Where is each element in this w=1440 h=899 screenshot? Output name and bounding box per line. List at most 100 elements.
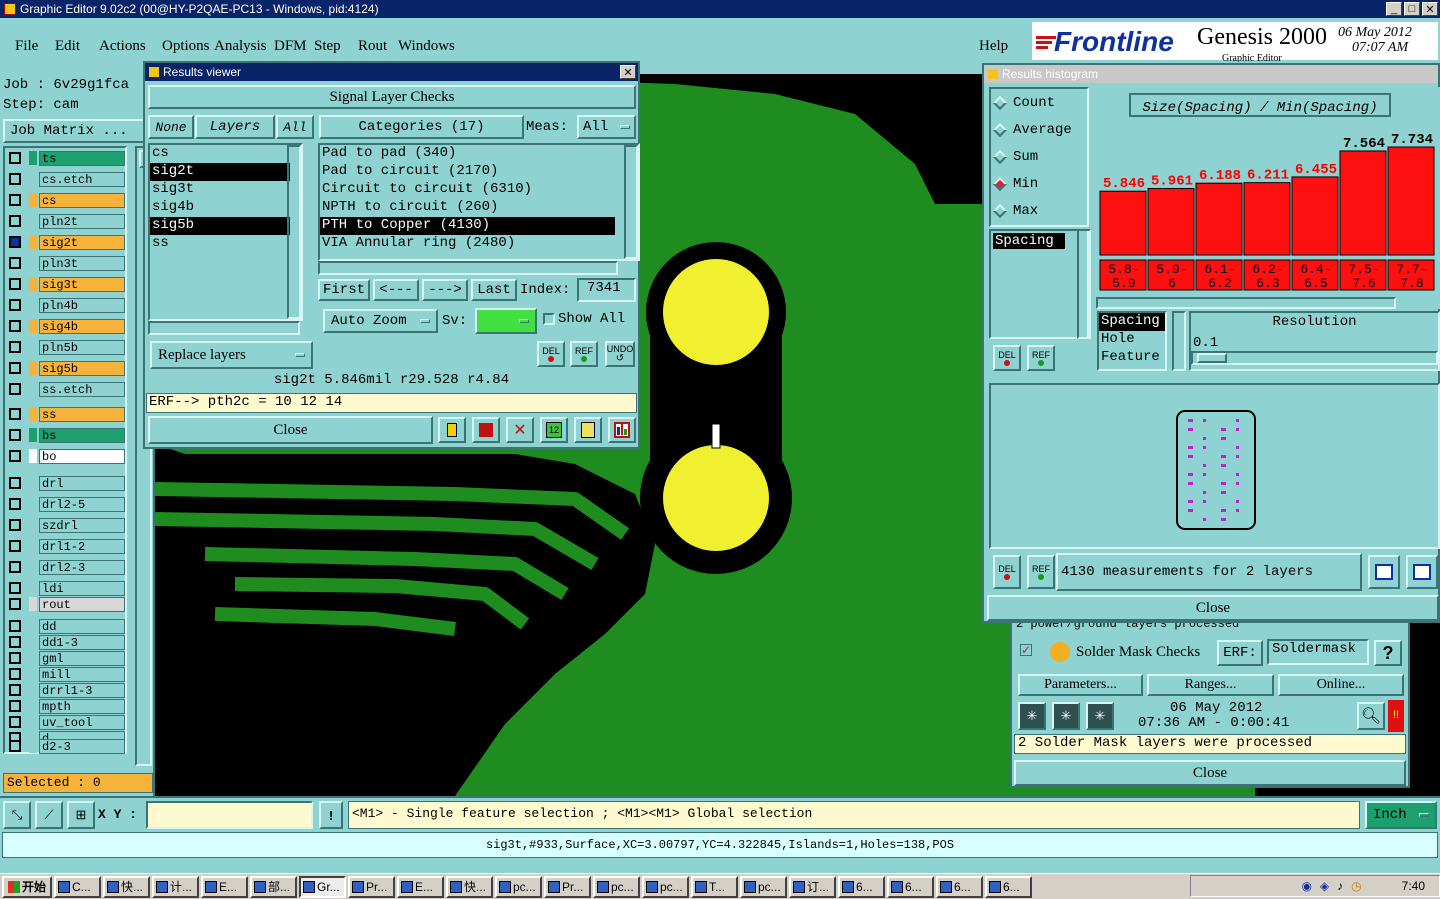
- layer-affected-checkbox[interactable]: [9, 519, 21, 531]
- rv-exit-icon[interactable]: [472, 417, 500, 443]
- rh-histogram-chart[interactable]: Size(Spacing) / Min(Spacing)5.8465.8-5.9…: [1094, 87, 1440, 309]
- taskbar-item[interactable]: pc...: [593, 875, 640, 898]
- taskbar-item[interactable]: 6...: [838, 875, 885, 898]
- layer-affected-checkbox[interactable]: [9, 383, 21, 395]
- layer-affected-checkbox[interactable]: [9, 636, 21, 648]
- layer-row[interactable]: drl2-5: [7, 496, 125, 512]
- rv-next-button[interactable]: --->: [422, 279, 468, 301]
- rv-layer-scrollbar[interactable]: [287, 145, 301, 319]
- rv-numbers-icon[interactable]: 12: [540, 417, 568, 443]
- layer-row[interactable]: ldi: [7, 580, 125, 596]
- job-matrix-button[interactable]: Job Matrix ...: [3, 119, 151, 143]
- layer-affected-checkbox[interactable]: [9, 152, 21, 164]
- taskbar-item[interactable]: Gr...: [299, 875, 346, 898]
- menu-help[interactable]: Help: [979, 38, 1008, 55]
- layer-affected-checkbox[interactable]: [9, 450, 21, 462]
- minimize-button[interactable]: _: [1386, 2, 1402, 16]
- rh-ref-button[interactable]: REF: [1027, 345, 1055, 371]
- rv-layer-item[interactable]: sig5b: [150, 217, 290, 235]
- layer-row[interactable]: drl: [7, 475, 125, 491]
- taskbar-item[interactable]: T...: [691, 875, 738, 898]
- taskbar-item[interactable]: E...: [397, 875, 444, 898]
- menu-windows[interactable]: Windows: [398, 38, 455, 55]
- menu-edit[interactable]: Edit: [55, 38, 80, 55]
- layer-row[interactable]: uv_tool: [7, 714, 125, 730]
- rv-report-icon[interactable]: [574, 417, 602, 443]
- sm-run-icon[interactable]: ✳: [1018, 702, 1046, 730]
- rv-undo-button[interactable]: UNDO ↺: [605, 341, 635, 367]
- rh-resolution-type-item[interactable]: Hole: [1099, 331, 1165, 349]
- rv-index-field[interactable]: 7341: [577, 278, 636, 302]
- histogram-bar[interactable]: [1339, 150, 1387, 256]
- rv-category-item[interactable]: Pad to pad (340): [320, 145, 638, 163]
- rv-layer-item[interactable]: sig2t: [150, 163, 290, 181]
- layer-row[interactable]: sig2t: [7, 234, 125, 250]
- rh-option-average[interactable]: Average: [992, 122, 1072, 138]
- layer-row[interactable]: bo: [7, 448, 125, 464]
- layer-affected-checkbox[interactable]: [9, 740, 21, 752]
- rh-spacing-list[interactable]: Spacing: [989, 229, 1089, 339]
- sm-help-button[interactable]: ?: [1374, 640, 1402, 666]
- rh-close-button[interactable]: Close: [987, 595, 1439, 621]
- layer-row[interactable]: szdrl: [7, 517, 125, 533]
- histogram-bar[interactable]: [1387, 146, 1435, 256]
- rv-del-button[interactable]: DEL: [537, 341, 565, 367]
- sm-erf-field[interactable]: Soldermask: [1267, 639, 1369, 665]
- taskbar-item[interactable]: C...: [54, 875, 101, 898]
- histogram-bar[interactable]: [1147, 188, 1195, 256]
- rv-none-button[interactable]: None: [148, 115, 194, 139]
- rv-layer-item[interactable]: cs: [150, 145, 301, 163]
- pad-bottom[interactable]: [663, 445, 769, 551]
- taskbar-item[interactable]: pc...: [642, 875, 689, 898]
- rv-category-hscroll[interactable]: [318, 261, 618, 275]
- layer-row[interactable]: cs.etch: [7, 171, 125, 187]
- layer-affected-checkbox[interactable]: [9, 408, 21, 420]
- rv-last-button[interactable]: Last: [471, 279, 517, 301]
- layer-affected-checkbox[interactable]: [9, 341, 21, 353]
- results-viewer-close-icon[interactable]: ✕: [620, 65, 636, 79]
- layer-row[interactable]: ss.etch: [7, 381, 125, 397]
- taskbar-item[interactable]: pc...: [495, 875, 542, 898]
- rv-replace-layers-dropdown[interactable]: Replace layers: [150, 341, 313, 369]
- layer-affected-checkbox[interactable]: [9, 684, 21, 696]
- layer-row[interactable]: bs: [7, 427, 125, 443]
- rv-layer-hscroll[interactable]: [148, 321, 300, 335]
- layer-affected-checkbox[interactable]: [9, 257, 21, 269]
- menu-actions[interactable]: Actions: [99, 38, 146, 55]
- sm-parameters-button[interactable]: Parameters...: [1018, 674, 1143, 696]
- taskbar-item[interactable]: Pr...: [348, 875, 395, 898]
- layer-affected-checkbox[interactable]: [9, 540, 21, 552]
- rh-resolution-type-item[interactable]: Spacing: [1099, 313, 1165, 331]
- rv-cancel-icon[interactable]: ✕: [506, 417, 534, 443]
- rh-spacing-scrollbar[interactable]: [1077, 229, 1091, 339]
- rv-close-button[interactable]: Close: [148, 416, 433, 444]
- layer-affected-checkbox[interactable]: [9, 561, 21, 573]
- rv-layer-item[interactable]: sig4b: [150, 199, 301, 217]
- taskbar-item[interactable]: Pr...: [544, 875, 591, 898]
- sm-enable-checkbox[interactable]: ✓: [1020, 644, 1032, 656]
- sm-run-all-icon[interactable]: ✳: [1086, 702, 1114, 730]
- layer-row[interactable]: drrl1-3: [7, 682, 125, 698]
- menu-rout[interactable]: Rout: [358, 38, 387, 55]
- taskbar-item[interactable]: 快...: [103, 875, 150, 898]
- layer-affected-checkbox[interactable]: [9, 598, 21, 610]
- rh-resolution-slider[interactable]: [1191, 351, 1438, 365]
- alert-icon[interactable]: !: [319, 801, 343, 829]
- rh-zoom-all-icon[interactable]: [1406, 555, 1438, 589]
- layer-row[interactable]: drl1-2: [7, 538, 125, 554]
- xy-input[interactable]: [146, 801, 313, 829]
- layer-row[interactable]: pln2t: [7, 213, 125, 229]
- histogram-bar[interactable]: [1099, 190, 1147, 256]
- rv-categories-button[interactable]: Categories (17): [319, 115, 524, 139]
- histogram-bar[interactable]: [1291, 176, 1339, 256]
- layer-affected-checkbox[interactable]: [9, 477, 21, 489]
- layer-row[interactable]: mill: [7, 666, 125, 682]
- menu-options[interactable]: Options: [162, 38, 210, 55]
- layer-affected-checkbox[interactable]: [9, 236, 21, 248]
- histogram-bar[interactable]: [1195, 182, 1243, 256]
- layer-affected-checkbox[interactable]: [9, 652, 21, 664]
- maximize-button[interactable]: □: [1404, 2, 1420, 16]
- taskbar-item[interactable]: 订...: [789, 875, 836, 898]
- rv-category-scrollbar[interactable]: [624, 145, 638, 259]
- menu-step[interactable]: Step: [314, 38, 341, 55]
